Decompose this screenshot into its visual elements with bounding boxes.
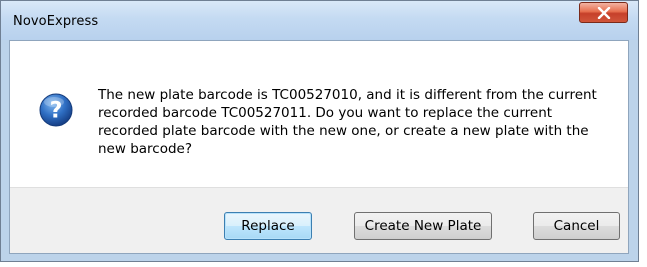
title-bar[interactable]: NovoExpress xyxy=(1,1,638,40)
replace-button[interactable]: Replace xyxy=(224,212,312,240)
svg-text:?: ? xyxy=(50,99,63,124)
dialog-body: ? The new plate barcode is TC00527010, a… xyxy=(9,40,629,254)
message-text: The new plate barcode is TC00527010, and… xyxy=(98,87,597,157)
question-icon: ? xyxy=(39,93,73,127)
close-icon xyxy=(597,7,611,19)
cancel-button[interactable]: Cancel xyxy=(533,212,620,240)
window-title: NovoExpress xyxy=(13,14,99,29)
message-area: ? The new plate barcode is TC00527010, a… xyxy=(10,41,628,187)
close-button[interactable] xyxy=(579,2,628,23)
create-new-plate-button[interactable]: Create New Plate xyxy=(354,212,492,240)
dialog-window: NovoExpress ? The new plate barcode is T… xyxy=(0,0,639,262)
button-bar: Replace Create New Plate Cancel xyxy=(10,187,628,253)
